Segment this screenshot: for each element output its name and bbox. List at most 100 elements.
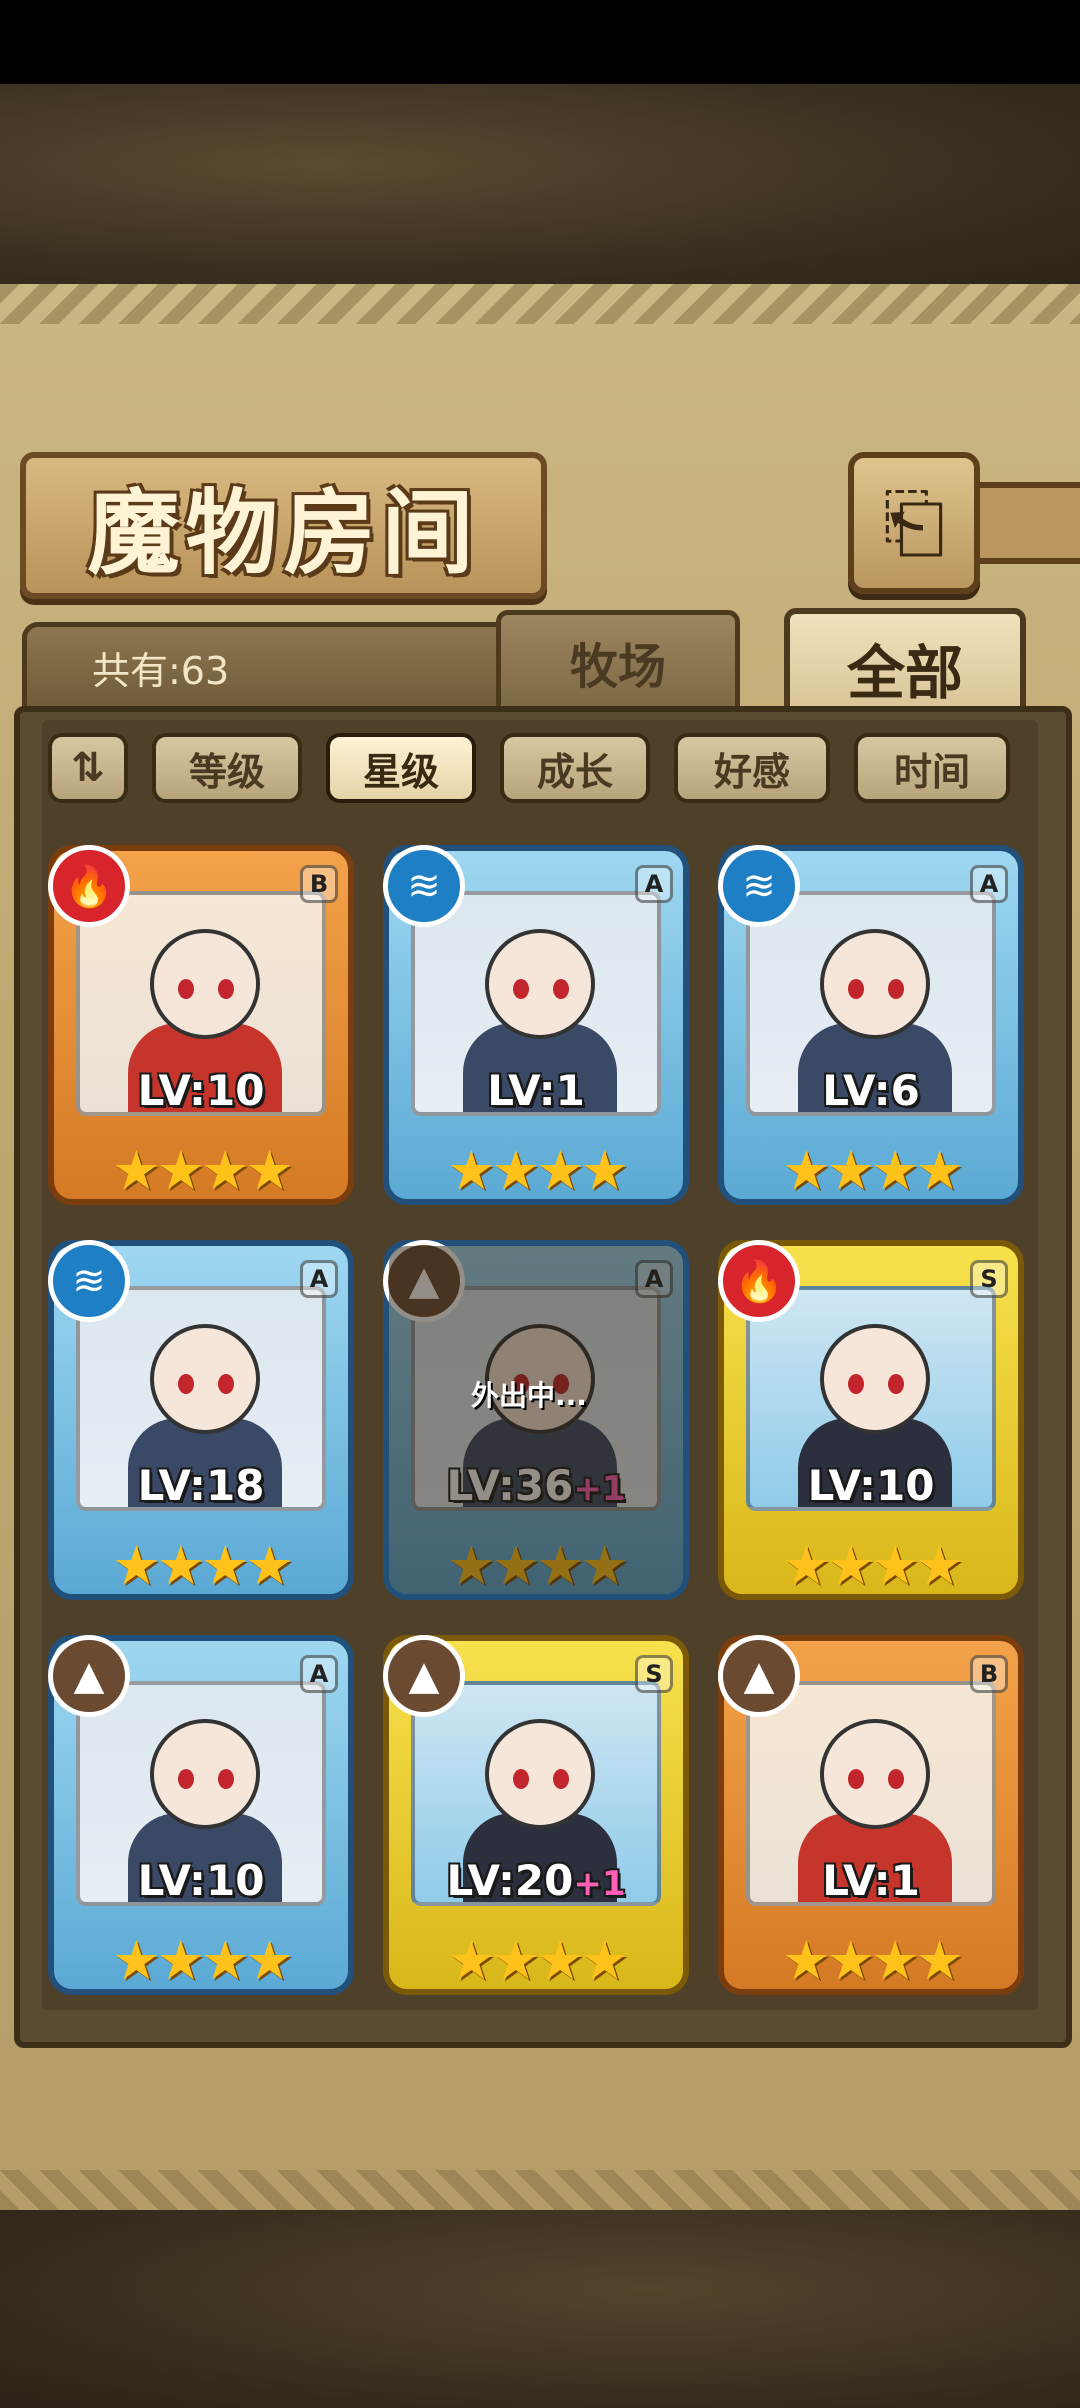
element-glyph: ≋ [72,1258,106,1304]
star-rating: ★★★★ [54,1929,348,1992]
filter-time-button[interactable]: 时间 [854,733,1010,803]
star-rating: ★★★★ [389,1139,683,1202]
tab-farm-label: 牧场 [569,639,666,695]
monster-card[interactable]: ▲ S LV:20+1 ★★★★ [383,1635,689,1995]
monster-eye [553,1769,569,1789]
page-title-plate: 魔物房间 [20,452,547,599]
monster-head [820,1719,930,1829]
sort-icon: ⇅ [71,745,105,791]
filter-star-label: 星级 [362,749,439,794]
monster-card[interactable]: ▲ A LV:36+1 ★★★★ 外出中... [383,1240,689,1600]
rank-badge: S [970,1260,1008,1298]
level-label: LV:20+1 [389,1856,683,1905]
monster-eye [888,979,904,999]
monster-card[interactable]: ≋ A LV:6 ★★★★ [718,845,1024,1205]
sort-order-button[interactable]: ⇅ [48,733,128,803]
away-status: 外出中... [471,1379,587,1412]
rank-label: A [644,870,664,898]
star-rating: ★★★★ [389,1929,683,1992]
water-element-icon: ≋ [48,1240,130,1322]
level-value: LV:20 [446,1856,574,1905]
star-icons: ★★★★ [782,1139,964,1202]
star-rating: ★★★★ [724,1534,1018,1597]
star-rating: ★★★★ [724,1929,1018,1992]
map-background-bottom [0,2210,1080,2408]
monster-eye [848,1374,864,1394]
star-rating: ★★★★ [54,1534,348,1597]
monster-head [820,1324,930,1434]
status-bar [0,0,1080,84]
monster-eye [218,979,234,999]
level-label: LV:6 [724,1066,1018,1115]
water-element-icon: ≋ [718,845,800,927]
fire-element-icon: 🔥 [718,1240,800,1322]
monster-card[interactable]: 🔥 S LV:10 ★★★★ [718,1240,1024,1600]
tab-farm[interactable]: 牧场 [496,610,740,709]
level-value: LV:10 [807,1461,935,1510]
away-overlay [389,1246,683,1594]
level-value: LV:18 [137,1461,265,1510]
level-value: LV:10 [137,1066,265,1115]
filter-bar: ⇅ 等级 星级 成长 好感 时间 [48,733,1038,807]
rank-label: A [979,870,999,898]
water-element-icon: ≋ [383,845,465,927]
monster-card[interactable]: ▲ A LV:10 ★★★★ [48,1635,354,1995]
tab-all[interactable]: 全部 [784,608,1026,722]
monster-card[interactable]: 🔥 B LV:10 ★★★★ [48,845,354,1205]
filter-level-button[interactable]: 等级 [152,733,302,803]
parchment-edge-top [0,284,1080,324]
rank-badge: S [635,1655,673,1693]
rank-label: A [309,1660,329,1688]
filter-affection-label: 好感 [713,749,790,794]
monster-head [820,929,930,1039]
level-value: LV:10 [137,1856,265,1905]
level-value: LV:1 [487,1066,585,1115]
filter-time-label: 时间 [893,749,970,794]
star-icons: ★★★★ [112,1929,294,1992]
rank-label: S [645,1660,663,1688]
monster-head [150,929,260,1039]
monster-eye [513,1769,529,1789]
earth-element-icon: ▲ [718,1635,800,1717]
level-bonus: +1 [573,1864,626,1904]
monster-eye [553,979,569,999]
earth-element-icon: ▲ [383,1635,465,1717]
rank-badge: B [300,865,338,903]
filter-growth-label: 成长 [536,749,613,794]
monster-eye [178,979,194,999]
level-label: LV:10 [54,1066,348,1115]
monster-card[interactable]: ≋ A LV:1 ★★★★ [383,845,689,1205]
earth-element-icon: ▲ [48,1635,130,1717]
filter-growth-button[interactable]: 成长 [500,733,650,803]
element-glyph: ▲ [743,1653,775,1699]
monster-card[interactable]: ≋ A LV:18 ★★★★ [48,1240,354,1600]
back-button-rail [968,482,1080,564]
monster-eye [888,1769,904,1789]
element-glyph: 🔥 [734,1258,784,1305]
element-glyph: ≋ [407,863,441,909]
monster-eye [218,1374,234,1394]
back-button[interactable]: ⎗ [848,452,980,594]
rank-label: A [309,1265,329,1293]
level-value: LV:1 [822,1856,920,1905]
rank-label: S [980,1265,998,1293]
rank-badge: B [970,1655,1008,1693]
level-value: LV:6 [822,1066,920,1115]
monster-card[interactable]: ▲ B LV:1 ★★★★ [718,1635,1024,1995]
rank-badge: A [970,865,1008,903]
rank-badge: A [300,1260,338,1298]
level-label: LV:10 [54,1856,348,1905]
level-label: LV:1 [724,1856,1018,1905]
filter-star-button[interactable]: 星级 [326,733,476,803]
monster-head [150,1719,260,1829]
element-glyph: ▲ [408,1653,440,1699]
monster-eye [513,979,529,999]
filter-level-label: 等级 [188,749,265,794]
fire-element-icon: 🔥 [48,845,130,927]
map-background-top [0,84,1080,284]
monster-eye [178,1374,194,1394]
filter-affection-button[interactable]: 好感 [674,733,830,803]
monster-eye [848,1769,864,1789]
parchment-edge-bottom [0,2170,1080,2210]
monster-head [150,1324,260,1434]
